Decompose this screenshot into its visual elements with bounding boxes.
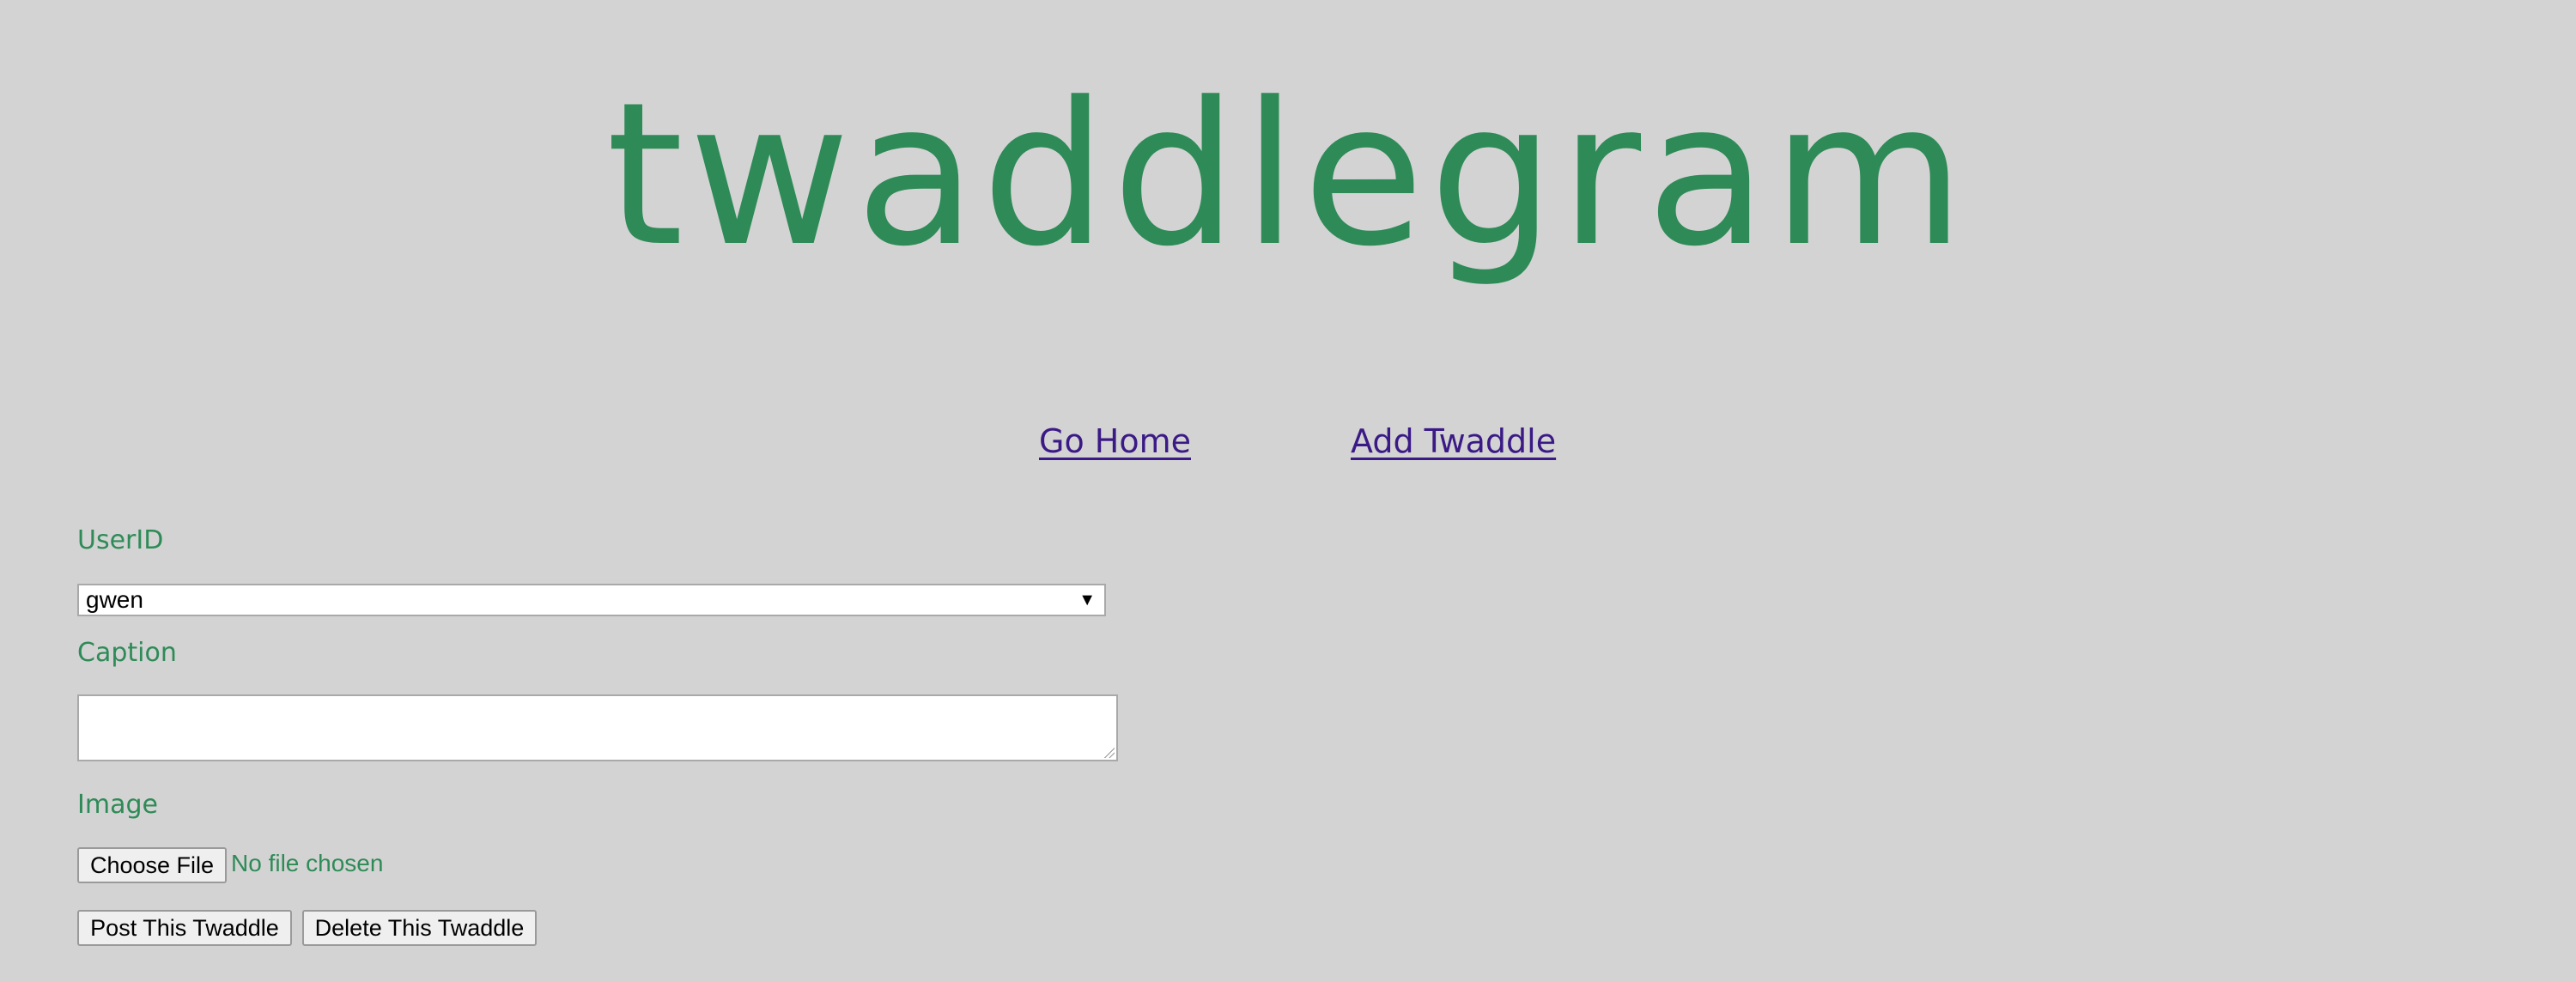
userid-select[interactable]: gwen ▼ bbox=[77, 584, 1106, 616]
caption-textarea[interactable] bbox=[77, 694, 1118, 761]
dropdown-arrow-icon: ▼ bbox=[1078, 591, 1096, 609]
delete-twaddle-button[interactable]: Delete This Twaddle bbox=[302, 910, 537, 946]
post-twaddle-button[interactable]: Post This Twaddle bbox=[77, 910, 292, 946]
nav-go-home-link[interactable]: Go Home bbox=[1039, 422, 1191, 460]
userid-label: UserID bbox=[77, 525, 164, 555]
userid-selected-value: gwen bbox=[86, 586, 143, 613]
image-label: Image bbox=[77, 790, 158, 820]
caption-label: Caption bbox=[77, 638, 177, 668]
nav-add-twaddle-link[interactable]: Add Twaddle bbox=[1351, 422, 1556, 460]
file-status-text: No file chosen bbox=[231, 850, 384, 876]
resize-grip-icon[interactable] bbox=[1104, 748, 1115, 758]
site-logo: twaddlegram bbox=[605, 61, 1971, 290]
choose-file-button[interactable]: Choose File bbox=[77, 847, 227, 883]
